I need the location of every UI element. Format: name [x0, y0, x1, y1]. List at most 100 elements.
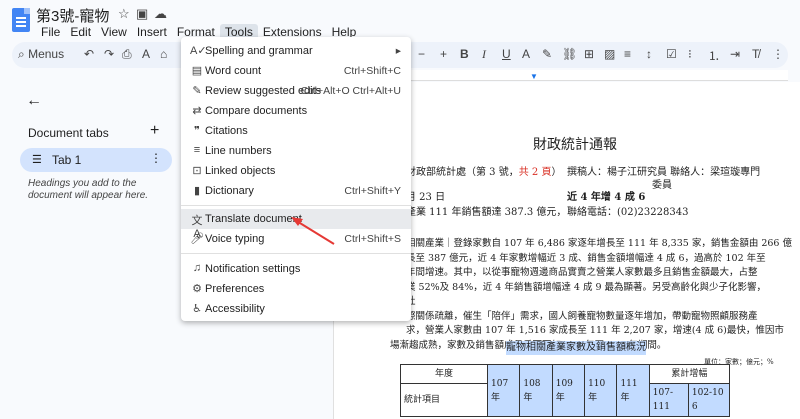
paint-format-icon[interactable]: ⌂: [160, 47, 167, 61]
dictionary-icon: ▮: [193, 185, 201, 197]
doc-subtitle: 近 4 年增 4 成 6: [567, 192, 646, 203]
doc-line-1a: 財政部統計處（第 3 號，: [406, 167, 519, 178]
menu-item-voice-typing[interactable]: 🎤︎ Voice typing Ctrl+Shift+S: [181, 229, 411, 249]
menu-item-label: Citations: [205, 125, 248, 137]
checklist-icon[interactable]: ☑: [666, 47, 677, 61]
table-header: 111 年: [616, 364, 650, 417]
ruler[interactable]: [370, 70, 788, 81]
menu-edit[interactable]: Edit: [65, 24, 96, 40]
menu-item-compare[interactable]: ⇄ Compare documents: [181, 101, 411, 121]
link-icon[interactable]: ⛓: [562, 47, 577, 61]
search-icon: ⌕: [18, 47, 25, 61]
menu-item-translate[interactable]: 文A Translate document: [181, 209, 411, 240]
menu-item-label: Dictionary: [205, 185, 254, 197]
tab-hint: Headings you add to the document will ap…: [28, 178, 149, 201]
align-icon[interactable]: ≡: [624, 47, 631, 61]
menu-item-shortcut: Ctrl+Alt+O Ctrl+Alt+U: [300, 85, 401, 97]
tab-more-icon[interactable]: ⋮: [150, 151, 162, 165]
doc-body-line: 年間增速。其中，以從事寵物週邊商品實賣之營業人家數最多且銷售金額最大，占整: [406, 267, 758, 278]
image-icon[interactable]: ▨: [604, 47, 615, 61]
spellcheck-toolbar-icon[interactable]: A: [142, 47, 150, 61]
redo-icon[interactable]: ↷: [104, 47, 114, 61]
doc-body-line: 相關產業｜登錄家數自 107 年 6,486 家逐年增長至 111 年 8,33…: [406, 238, 792, 249]
bell-icon: ♫: [192, 262, 202, 274]
comment-icon[interactable]: ⊞: [584, 47, 594, 61]
italic-icon[interactable]: I: [482, 47, 486, 62]
table-header: 107 年: [486, 364, 521, 417]
menu-item-label: Translate document: [205, 213, 302, 225]
menu-item-label: Accessibility: [205, 303, 265, 315]
highlight-icon[interactable]: ✎: [542, 47, 552, 61]
docs-logo-icon[interactable]: [12, 8, 30, 32]
indent-marker-icon[interactable]: ▼: [530, 72, 538, 81]
accessibility-icon: ♿︎: [192, 303, 202, 315]
word-count-icon: ▤: [191, 65, 203, 77]
line-numbers-icon: ≡: [193, 144, 201, 156]
document-tabs-heading: Document tabs: [28, 126, 109, 140]
preferences-icon: ⚙: [192, 283, 202, 295]
menu-insert[interactable]: Insert: [132, 24, 172, 40]
indent-icon[interactable]: ⇥: [730, 47, 740, 61]
doc-heading: 財政統計通報: [533, 137, 617, 153]
table-subheader: 102-10 6: [687, 383, 731, 417]
bold-icon[interactable]: B: [460, 47, 469, 61]
tab-doc-icon: ☰: [32, 154, 42, 166]
table-header: 108 年: [519, 364, 553, 417]
table-header: 110 年: [584, 364, 618, 417]
decrease-font-icon[interactable]: −: [418, 47, 425, 61]
menu-item-preferences[interactable]: ⚙ Preferences: [181, 279, 411, 299]
table-title: 寵物相關產業家數及銷售額概況: [506, 341, 646, 355]
menu-item-shortcut: Ctrl+Shift+Y: [344, 185, 401, 197]
tools-menu: A✓ Spelling and grammar ▸ ▤ Word count C…: [181, 37, 411, 321]
bulleted-list-icon[interactable]: ⁝: [688, 47, 692, 61]
table-row-label: 統計項目: [400, 383, 488, 417]
more-icon[interactable]: ⋮: [772, 47, 784, 61]
star-icon[interactable]: ☆: [118, 6, 130, 22]
menu-item-linked-objects[interactable]: ⊡ Linked objects: [181, 161, 411, 181]
menu-item-label: Voice typing: [205, 233, 265, 245]
search-menus-label: Menus: [28, 47, 65, 61]
doc-line-3: 產業 111 年銷售額達 387.3 億元，: [406, 207, 567, 218]
increase-font-icon[interactable]: +: [440, 47, 447, 61]
menu-item-notifications[interactable]: ♫ Notification settings: [181, 259, 411, 279]
undo-icon[interactable]: ↶: [84, 47, 94, 61]
menu-item-shortcut: Ctrl+Shift+S: [344, 233, 401, 245]
menu-item-review-edits[interactable]: ✎ Review suggested edits Ctrl+Alt+O Ctrl…: [181, 81, 411, 101]
add-tab-icon[interactable]: +: [150, 122, 159, 140]
review-edits-icon: ✎: [192, 85, 202, 97]
document-title[interactable]: 第3號-寵物: [36, 5, 109, 26]
back-arrow-icon[interactable]: ←: [26, 92, 42, 110]
spellcheck-icon: A✓: [190, 45, 207, 57]
menu-item-label: Word count: [205, 65, 262, 77]
numbered-list-icon[interactable]: ⒈: [708, 47, 720, 64]
print-icon[interactable]: ⎙: [122, 47, 132, 62]
menu-item-spelling[interactable]: A✓ Spelling and grammar ▸: [181, 41, 411, 61]
doc-body: 相關產業｜登錄家數自 107 年 6,486 家逐年增長至 111 年 8,33…: [390, 237, 796, 353]
menu-item-accessibility[interactable]: ♿︎ Accessibility: [181, 299, 411, 319]
menu-item-line-numbers[interactable]: ≡ Line numbers: [181, 141, 411, 161]
doc-pages: 共 2 頁: [518, 167, 552, 178]
doc-line-1: 財政部統計處（第 3 號，共 2 頁）: [406, 166, 561, 180]
menu-item-label: Line numbers: [205, 145, 272, 157]
cloud-status-icon[interactable]: ☁: [154, 6, 167, 22]
move-folder-icon[interactable]: ▣: [136, 6, 148, 22]
doc-body-line: 求，營業人家數由 107 年 1,516 家成長至 111 年 2,207 家，…: [406, 325, 784, 336]
menu-file[interactable]: File: [36, 24, 65, 40]
menu-separator: [181, 253, 411, 254]
table-header: 年度: [400, 364, 488, 384]
menu-item-shortcut: Ctrl+Shift+C: [343, 65, 401, 77]
doc-author-2: 委員: [652, 180, 672, 191]
menu-item-citations[interactable]: ❞ Citations: [181, 121, 411, 141]
compare-icon: ⇄: [192, 105, 202, 117]
menu-item-dictionary[interactable]: ▮ Dictionary Ctrl+Shift+Y: [181, 181, 411, 201]
menu-item-word-count[interactable]: ▤ Word count Ctrl+Shift+C: [181, 61, 411, 81]
text-color-icon[interactable]: A: [522, 47, 530, 61]
doc-body-line: 際關係疏離，催生「陪伴」需求，國人飼養寵物數量逐年增加，帶動寵物照顧服務產: [406, 310, 758, 322]
underline-icon[interactable]: U: [502, 47, 511, 61]
stats-table: 年度 107 年 108 年 109 年 110 年 111 年 累計增幅 統計…: [400, 364, 731, 417]
doc-body-line: 業 52%及 84%，近 4 年銷售額增幅達 4 成 9 最為顯著。另受高齡化與…: [406, 281, 767, 293]
search-menus[interactable]: ⌕ Menus: [18, 47, 64, 62]
line-spacing-icon[interactable]: ↕: [646, 47, 652, 61]
menu-view[interactable]: View: [96, 24, 132, 40]
clear-format-icon[interactable]: T̸: [752, 47, 759, 61]
